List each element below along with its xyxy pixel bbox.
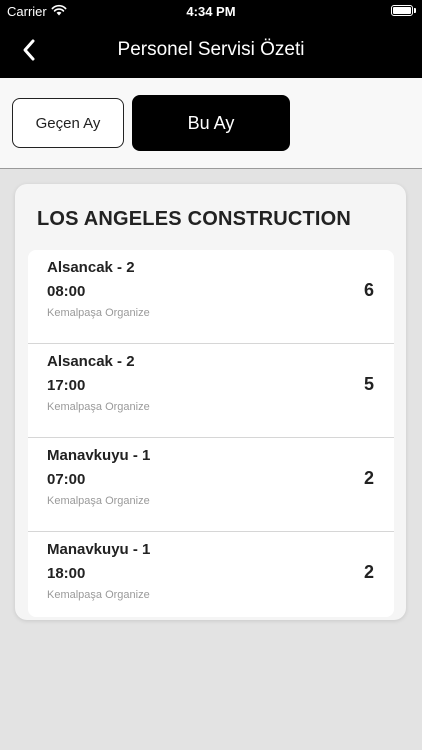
service-time: 17:00 [47,377,86,394]
battery-tip [414,8,416,13]
route-name: Alsancak - 2 [47,353,135,370]
service-location: Kemalpaşa Organize [47,495,150,507]
route-name: Alsancak - 2 [47,259,135,276]
passenger-count: 2 [363,562,374,582]
service-location: Kemalpaşa Organize [47,307,150,319]
previous-month-button[interactable]: Geçen Ay [12,98,124,148]
service-location: Kemalpaşa Organize [47,589,150,601]
navigation-bar: Personel Servisi Özeti [0,22,422,78]
service-row[interactable]: Manavkuyu - 1 18:00 Kemalpaşa Organize 2 [28,532,394,617]
status-bar: Carrier 4:34 PM [0,0,422,22]
passenger-count: 2 [363,468,374,488]
service-location: Kemalpaşa Organize [47,401,150,413]
service-time: 07:00 [47,471,86,488]
status-time: 4:34 PM [186,4,236,19]
company-card: LOS ANGELES CONSTRUCTION Alsancak - 2 08… [15,184,406,620]
service-time: 18:00 [47,565,86,582]
month-segment-bar: Geçen Ay Bu Ay [0,78,422,169]
route-name: Manavkuyu - 1 [47,541,151,558]
page-title: Personel Servisi Özeti [117,39,305,60]
passenger-count: 6 [363,280,374,300]
passenger-count: 5 [363,374,374,394]
company-name: LOS ANGELES CONSTRUCTION [37,208,352,230]
service-list: Alsancak - 2 08:00 Kemalpaşa Organize 6 … [28,250,394,617]
service-row[interactable]: Alsancak - 2 08:00 Kemalpaşa Organize 6 [28,250,394,344]
service-time: 08:00 [47,283,86,300]
service-row[interactable]: Alsancak - 2 17:00 Kemalpaşa Organize 5 [28,344,394,438]
service-row[interactable]: Manavkuyu - 1 07:00 Kemalpaşa Organize 2 [28,438,394,532]
current-month-button[interactable]: Bu Ay [132,95,290,151]
battery-icon [391,5,413,16]
route-name: Manavkuyu - 1 [47,447,151,464]
